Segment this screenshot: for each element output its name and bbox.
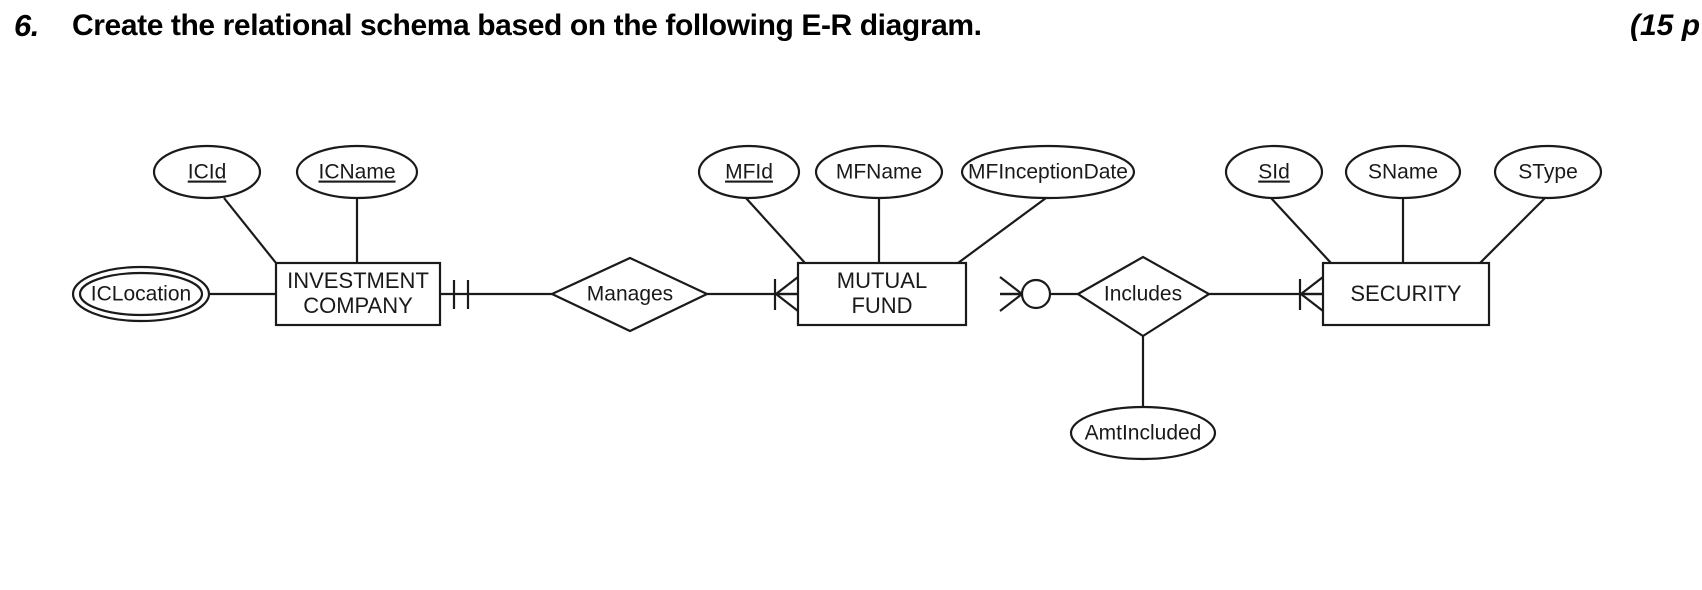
- relationship-label-manages: Manages: [587, 283, 673, 306]
- attribute-label-icid: ICId: [188, 161, 227, 184]
- entity-label-investment-company-line1: INVESTMENT: [287, 268, 429, 293]
- entity-label-security: SECURITY: [1350, 281, 1462, 306]
- entity-label-investment-company-line2: COMPANY: [303, 293, 413, 318]
- connector-stype: [1479, 197, 1546, 264]
- question-header: 6. Create the relational schema based on…: [0, 0, 1702, 58]
- attribute-label-mfid: MFId: [725, 161, 773, 184]
- entity-label-mutual-fund-line2: FUND: [851, 293, 912, 318]
- attribute-sname[interactable]: SName: [1344, 144, 1462, 200]
- entity-label-mutual-fund-line1: MUTUAL: [837, 268, 927, 293]
- cardinality-includes-security: [1298, 276, 1324, 312]
- relationship-label-includes: Includes: [1104, 283, 1182, 306]
- connector-mfinceptiondate: [957, 197, 1047, 264]
- attribute-label-mfinceptiondate: MFInceptionDate: [968, 161, 1128, 184]
- attribute-sid[interactable]: SId: [1224, 144, 1324, 200]
- entity-security[interactable]: SECURITY: [1321, 261, 1491, 327]
- attribute-amtincluded[interactable]: AmtIncluded: [1069, 405, 1217, 461]
- attribute-label-mfname: MFName: [836, 161, 922, 184]
- attribute-icname[interactable]: ICName: [295, 144, 419, 200]
- relationship-manages[interactable]: Manages: [549, 256, 710, 333]
- attribute-stype[interactable]: SType: [1493, 144, 1603, 200]
- connector-icid: [223, 197, 277, 264]
- entity-investment-company[interactable]: INVESTMENT COMPANY: [274, 261, 442, 327]
- attribute-mfinceptiondate[interactable]: MFInceptionDate: [960, 144, 1136, 200]
- question-prompt-text: Create the relational schema based on th…: [72, 9, 982, 42]
- attribute-label-stype: SType: [1518, 161, 1578, 184]
- attribute-label-sname: SName: [1368, 161, 1438, 184]
- attribute-label-amtincluded: AmtIncluded: [1085, 422, 1202, 445]
- er-diagram-svg: INVESTMENT COMPANY MUTUAL FUND SECURITY …: [71, 144, 1603, 461]
- relationship-includes[interactable]: Includes: [1075, 255, 1212, 338]
- attribute-label-iclocation: ICLocation: [91, 283, 191, 306]
- connector-sid: [1270, 197, 1332, 264]
- cardinality-manages-mf: [773, 276, 799, 312]
- question-points-label: (15 p: [1630, 9, 1701, 42]
- connector-mfid: [744, 196, 806, 264]
- er-diagram-canvas: INVESTMENT COMPANY MUTUAL FUND SECURITY …: [0, 58, 1702, 590]
- attribute-label-icname: ICName: [318, 161, 395, 184]
- attribute-mfid[interactable]: MFId: [697, 144, 801, 200]
- attribute-mfname[interactable]: MFName: [814, 144, 944, 200]
- entity-mutual-fund[interactable]: MUTUAL FUND: [796, 261, 968, 327]
- attribute-label-sid: SId: [1258, 161, 1290, 184]
- attribute-iclocation[interactable]: ICLocation: [71, 265, 211, 323]
- cardinality-mf-includes: [999, 276, 1052, 312]
- question-number: 6.: [14, 8, 39, 43]
- attribute-icid[interactable]: ICId: [152, 144, 262, 200]
